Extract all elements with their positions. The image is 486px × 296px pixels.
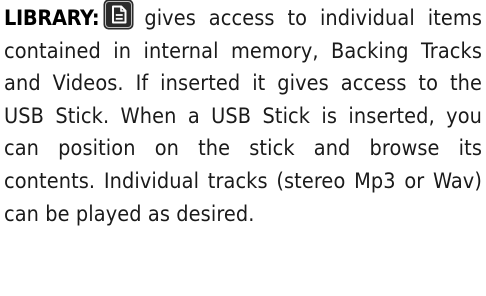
document-icon: [103, 0, 134, 30]
library-description: LIBRARY: gives access to individual item…: [4, 0, 482, 231]
library-heading: LIBRARY:: [4, 6, 100, 31]
library-body-text: gives access to individual items contain…: [4, 6, 482, 227]
